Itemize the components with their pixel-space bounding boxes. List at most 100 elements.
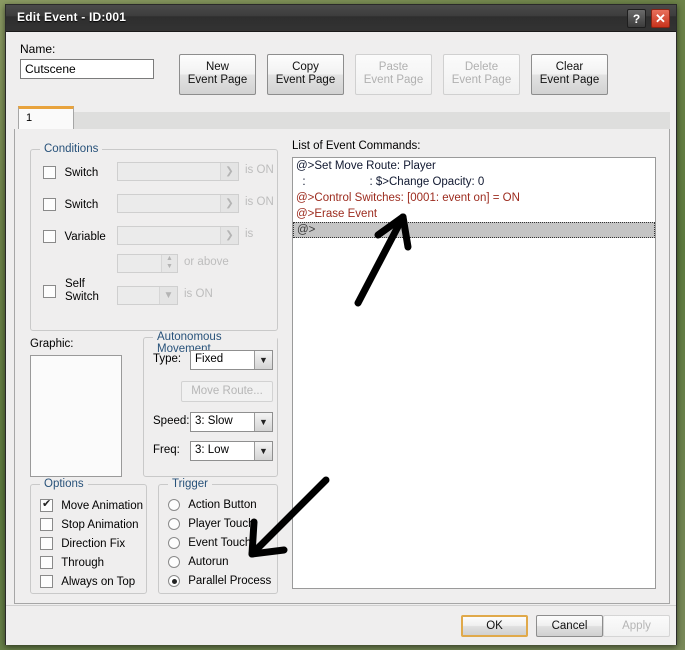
condition-self-switch-checkbox[interactable] <box>43 285 56 298</box>
event-command-line-selected[interactable]: @> <box>293 222 655 238</box>
condition-switch-2-label: Switch <box>64 198 99 211</box>
trigger-player-touch[interactable]: Player Touch <box>168 518 254 530</box>
paste-event-page-button: Paste Event Page <box>355 54 432 95</box>
condition-switch-2-suffix: is ON <box>245 196 274 208</box>
option-always-on-top-checkbox[interactable] <box>40 575 53 588</box>
tab-page-1[interactable]: 1 <box>18 106 74 130</box>
movement-type-combo[interactable]: Fixed ▼ <box>190 350 273 370</box>
option-stop-animation-label: Stop Animation <box>61 518 139 531</box>
condition-switch-1-label: Switch <box>64 166 99 179</box>
event-command-line[interactable]: @>Erase Event <box>293 206 655 222</box>
conditions-legend: Conditions <box>40 143 103 155</box>
copy-event-page-button[interactable]: Copy Event Page <box>267 54 344 95</box>
option-direction-fix-checkbox[interactable] <box>40 537 53 550</box>
option-direction-fix-label: Direction Fix <box>61 537 126 550</box>
condition-switch-1-checkbox[interactable] <box>43 166 56 180</box>
condition-switch-2-combo: ❯ <box>117 194 239 213</box>
option-always-on-top-label: Always on Top <box>61 575 136 588</box>
conditions-group: Conditions Switch ❯ is ON Switch ❯ is ON… <box>30 143 278 331</box>
option-move-animation-label: Move Animation <box>61 499 144 512</box>
autonomous-movement-group: Autonomous Movement Type: Fixed ▼ Move R… <box>143 331 278 477</box>
new-event-page-button[interactable]: New Event Page <box>179 54 256 95</box>
condition-switch-1-suffix: is ON <box>245 164 274 176</box>
ok-button[interactable]: OK <box>461 615 528 637</box>
name-input[interactable] <box>20 59 154 79</box>
trigger-parallel-process-radio[interactable] <box>168 575 180 587</box>
option-stop-animation-checkbox[interactable] <box>40 518 53 531</box>
trigger-parallel-process-label: Parallel Process <box>188 575 272 587</box>
chevron-right-icon: ❯ <box>220 227 238 244</box>
apply-button: Apply <box>603 615 670 637</box>
option-move-animation-checkbox[interactable] <box>40 498 53 512</box>
options-group: Options Move Animation Stop Animation Di… <box>30 478 147 594</box>
window-titlebar[interactable]: Edit Event - ID:001 ? ✕ <box>6 5 676 32</box>
edit-event-window: Edit Event - ID:001 ? ✕ Name: New Event … <box>5 4 677 645</box>
button-line-2: Event Page <box>539 74 600 86</box>
condition-variable-value-stepper: ▲ ▼ <box>117 254 178 273</box>
button-line-1: Clear <box>555 61 584 73</box>
graphic-preview-box[interactable] <box>30 355 122 477</box>
options-legend: Options <box>40 478 88 490</box>
button-line-1: Paste <box>378 61 409 73</box>
movement-speed-label: Speed: <box>153 415 190 427</box>
option-through-label: Through <box>61 556 105 569</box>
window-title: Edit Event - ID:001 <box>17 10 127 24</box>
button-line-1: Copy <box>292 61 319 73</box>
trigger-action-button-radio[interactable] <box>168 499 180 511</box>
option-move-animation[interactable]: Move Animation <box>40 498 144 512</box>
option-through-checkbox[interactable] <box>40 556 53 569</box>
option-always-on-top[interactable]: Always on Top <box>40 575 135 588</box>
condition-variable-suffix: is <box>245 228 254 240</box>
button-line-2: Event Page <box>275 74 336 86</box>
trigger-action-button[interactable]: Action Button <box>168 499 257 511</box>
delete-event-page-button: Delete Event Page <box>443 54 520 95</box>
close-icon[interactable]: ✕ <box>651 9 670 28</box>
trigger-group: Trigger Action Button Player Touch Event… <box>158 478 278 594</box>
movement-speed-combo[interactable]: 3: Slow ▼ <box>190 412 273 432</box>
button-line-1: New <box>205 61 229 73</box>
condition-switch-2-checkbox[interactable] <box>43 198 56 212</box>
event-command-line[interactable]: : : $>Change Opacity: 0 <box>293 174 655 190</box>
movement-speed-value: 3: Slow <box>195 415 233 427</box>
event-command-line[interactable]: @>Control Switches: [0001: event on] = O… <box>293 190 655 206</box>
option-through[interactable]: Through <box>40 556 104 569</box>
condition-switch-1-combo: ❯ <box>117 162 239 181</box>
condition-variable-checkbox[interactable] <box>43 230 56 244</box>
dialog-footer: OK Cancel Apply <box>6 605 676 645</box>
window-client-area: Name: New Event Page Copy Event Page Pas… <box>6 32 676 645</box>
chevron-down-icon: ▼ <box>159 287 177 304</box>
chevron-right-icon: ❯ <box>220 195 238 212</box>
condition-variable-label: Variable <box>64 230 106 243</box>
event-commands-list[interactable]: @>Set Move Route: Player : : $>Change Op… <box>292 157 656 589</box>
chevron-down-icon: ▼ <box>254 442 272 460</box>
trigger-event-touch-label: Event Touch <box>188 537 252 549</box>
condition-variable-or-above-label: or above <box>184 256 229 268</box>
trigger-autorun-radio[interactable] <box>168 556 180 568</box>
trigger-autorun-label: Autorun <box>188 556 229 568</box>
move-route-button: Move Route... <box>181 381 273 402</box>
trigger-autorun[interactable]: Autorun <box>168 556 228 568</box>
button-line-2: Event Page <box>187 74 248 86</box>
stepper-arrows-icon: ▲ ▼ <box>161 255 177 272</box>
option-stop-animation[interactable]: Stop Animation <box>40 518 139 531</box>
event-page-tabstrip: 1 <box>14 106 670 131</box>
chevron-down-icon: ▼ <box>254 413 272 431</box>
cancel-button[interactable]: Cancel <box>536 615 603 637</box>
movement-freq-label: Freq: <box>153 444 180 456</box>
trigger-player-touch-radio[interactable] <box>168 518 180 530</box>
trigger-legend: Trigger <box>168 478 212 490</box>
condition-self-switch-label: Self Switch <box>65 278 99 303</box>
button-line-2: Event Page <box>363 74 424 86</box>
event-command-line[interactable]: @>Set Move Route: Player <box>293 158 655 174</box>
clear-event-page-button[interactable]: Clear Event Page <box>531 54 608 95</box>
screen: Edit Event - ID:001 ? ✕ Name: New Event … <box>0 0 685 650</box>
option-direction-fix[interactable]: Direction Fix <box>40 537 125 550</box>
trigger-event-touch[interactable]: Event Touch <box>168 537 251 549</box>
help-icon[interactable]: ? <box>627 9 646 28</box>
movement-freq-combo[interactable]: 3: Low ▼ <box>190 441 273 461</box>
movement-type-value: Fixed <box>195 353 224 365</box>
button-line-2: Event Page <box>451 74 512 86</box>
trigger-event-touch-radio[interactable] <box>168 537 180 549</box>
trigger-parallel-process[interactable]: Parallel Process <box>168 575 271 587</box>
chevron-right-icon: ❯ <box>220 163 238 180</box>
